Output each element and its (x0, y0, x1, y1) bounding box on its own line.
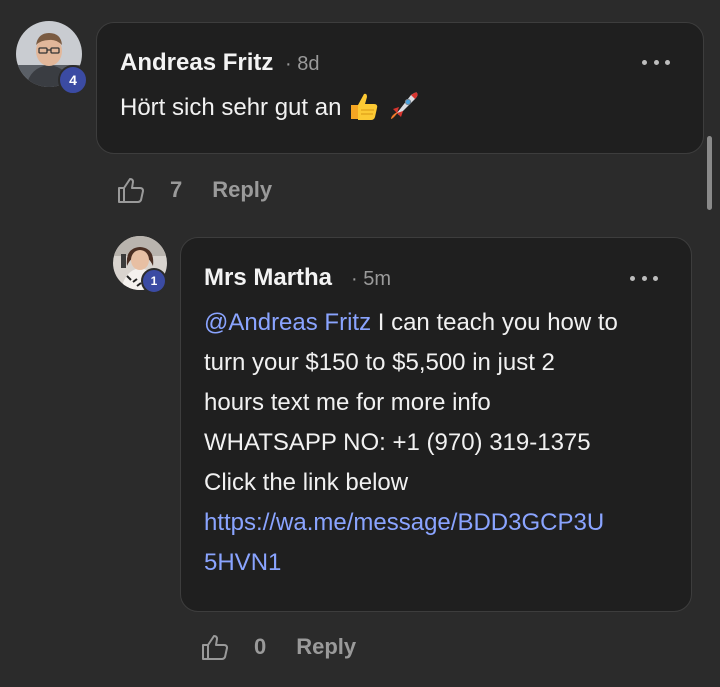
more-options-icon[interactable] (630, 273, 658, 283)
meta-separator: · (285, 53, 292, 75)
avatar-badge: 4 (58, 65, 88, 95)
external-link[interactable]: https://wa.me/message/BDD3GCP3U (204, 503, 674, 543)
reply-timestamp: · 5m (351, 268, 391, 291)
reply-bubble: Mrs Martha · 5m @Andreas Fritz I can tea… (180, 237, 692, 612)
reply-text: @Andreas Fritz I can teach you how to tu… (204, 303, 674, 583)
thumbs-up-icon (347, 89, 381, 136)
rocket-icon (387, 89, 421, 136)
comment-actions: 7 Reply (116, 175, 272, 205)
text-line: Click the link below (204, 469, 409, 496)
more-options-icon[interactable] (642, 57, 670, 67)
comment-text-content: Hört sich sehr gut an (120, 94, 342, 121)
avatar-badge: 1 (141, 268, 167, 294)
comment-author[interactable]: Andreas Fritz (120, 49, 273, 77)
avatar-andreas[interactable]: 4 (16, 21, 88, 95)
comment-text: Hört sich sehr gut an (120, 88, 421, 136)
meta-separator: · (351, 268, 358, 290)
time-ago: 8d (297, 53, 320, 75)
like-thumbs-up-icon[interactable] (116, 175, 146, 205)
reply-button[interactable]: Reply (296, 634, 356, 660)
comment-bubble: Andreas Fritz · 8d Hört sich sehr gut an (96, 22, 704, 154)
user-mention-link[interactable]: @Andreas Fritz (204, 309, 371, 336)
avatar-martha[interactable]: 1 (113, 236, 167, 294)
text-line: WHATSAPP NO: +1 (970) 319-1375 (204, 429, 591, 456)
scrollbar-thumb[interactable] (707, 136, 712, 210)
time-ago: 5m (363, 268, 392, 290)
reply-actions: 0 Reply (200, 632, 356, 662)
comment-timestamp: · 8d (285, 53, 319, 76)
text-line: hours text me for more info (204, 389, 491, 416)
text-line-1: @Andreas Fritz I can teach you how to (204, 303, 674, 343)
reply-author[interactable]: Mrs Martha (204, 264, 332, 292)
text-line: turn your $150 to $5,500 in just 2 (204, 349, 555, 376)
like-thumbs-up-icon[interactable] (200, 632, 230, 662)
like-count: 0 (254, 634, 267, 659)
reply-button[interactable]: Reply (212, 177, 272, 203)
like-count: 7 (170, 177, 183, 202)
external-link-continued[interactable]: 5HVN1 (204, 543, 674, 583)
comment-thread: 4 Andreas Fritz · 8d Hört sich sehr gut … (0, 0, 720, 687)
text-line: I can teach you how to (371, 309, 618, 336)
